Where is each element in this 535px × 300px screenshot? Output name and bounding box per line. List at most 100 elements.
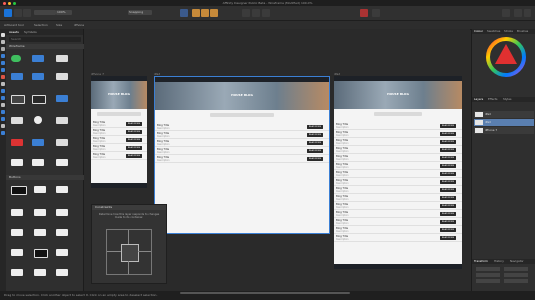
transform-width-field[interactable]: [504, 267, 528, 271]
layer-item[interactable]: iPhone 7: [474, 127, 534, 134]
layer-item[interactable]: iPad: [474, 111, 534, 118]
read-more-button[interactable]: READ MORE: [440, 187, 456, 192]
read-more-button[interactable]: READ MORE: [440, 195, 456, 200]
assistant-icon[interactable]: [502, 9, 510, 17]
read-more-button[interactable]: READ MORE: [307, 140, 323, 145]
bubble-asset[interactable]: [11, 73, 23, 80]
read-more-button[interactable]: READ MORE: [307, 124, 323, 129]
read-more-button[interactable]: READ MORE: [126, 153, 142, 158]
list-item[interactable]: Blog Title Description READ MORE: [334, 202, 462, 210]
button-asset[interactable]: [56, 249, 68, 256]
read-more-button[interactable]: READ MORE: [307, 156, 323, 161]
document-menu-field[interactable]: [34, 10, 56, 15]
tab-brushes[interactable]: Brushes: [517, 29, 528, 34]
bubble-asset[interactable]: [56, 73, 68, 80]
pixel-persona-icon[interactable]: [23, 9, 31, 17]
tab-colour[interactable]: Colour: [474, 29, 483, 34]
constraint-right-pin[interactable]: [138, 251, 151, 252]
ellipse-tool-icon[interactable]: [1, 96, 5, 100]
list-item[interactable]: Blog Title Description READ MORE: [155, 155, 329, 163]
fill-tool-icon[interactable]: [1, 75, 5, 79]
context-option-iphone[interactable]: iPhone: [74, 22, 84, 28]
zoom-tool-icon[interactable]: [1, 124, 5, 128]
constraints-container-box[interactable]: [106, 229, 152, 275]
list-item[interactable]: Blog Title Description READ MORE: [91, 120, 147, 128]
input-asset[interactable]: [11, 95, 25, 104]
tab-symbols[interactable]: Symbols: [24, 29, 37, 35]
alert-asset[interactable]: [11, 139, 23, 146]
flip-icon[interactable]: [262, 9, 270, 17]
context-option-size[interactable]: Size: [56, 22, 62, 28]
read-more-button[interactable]: READ MORE: [440, 211, 456, 216]
read-more-button[interactable]: READ MORE: [440, 155, 456, 160]
read-more-button[interactable]: READ MORE: [440, 219, 456, 224]
tooltip-asset[interactable]: [56, 55, 68, 62]
section-wireframe-header[interactable]: Wireframe: [6, 44, 86, 49]
transform-height-field[interactable]: [504, 273, 528, 277]
read-more-button[interactable]: READ MORE: [440, 235, 456, 240]
transform-x-field[interactable]: [476, 267, 500, 271]
transparency-tool-icon[interactable]: [1, 82, 5, 86]
list-item[interactable]: Blog Title Description READ MORE: [334, 162, 462, 170]
card-asset[interactable]: [32, 159, 44, 166]
button-asset[interactable]: [11, 229, 23, 236]
designer-persona-icon[interactable]: [14, 9, 22, 17]
input-asset[interactable]: [32, 95, 46, 104]
read-more-button[interactable]: READ MORE: [440, 171, 456, 176]
button-asset[interactable]: [56, 209, 68, 216]
bubble-asset[interactable]: [32, 73, 44, 80]
zoom-field[interactable]: 100%: [56, 10, 72, 15]
artboard-tool-icon[interactable]: [1, 47, 5, 51]
read-more-button[interactable]: READ MORE: [307, 132, 323, 137]
boolean-add-icon[interactable]: [192, 9, 200, 17]
layer-item-selected[interactable]: iPad: [474, 119, 534, 126]
button-asset[interactable]: [56, 186, 68, 193]
tab-swatches[interactable]: Swatches: [487, 29, 500, 34]
tab-stroke[interactable]: Stroke: [504, 29, 513, 34]
read-more-button[interactable]: READ MORE: [440, 227, 456, 232]
text-tool-icon[interactable]: [1, 103, 5, 107]
user-icon[interactable]: [514, 9, 522, 17]
button-asset[interactable]: [11, 209, 23, 216]
blog-search-input[interactable]: [210, 113, 274, 117]
list-item[interactable]: Blog Title Description READ MORE: [334, 130, 462, 138]
alert-asset[interactable]: [56, 139, 68, 146]
constraint-left-pin[interactable]: [107, 251, 121, 252]
list-item[interactable]: Blog Title Description READ MORE: [155, 123, 329, 131]
read-more-button[interactable]: READ MORE: [126, 137, 142, 142]
tab-transform[interactable]: Transform: [474, 259, 488, 264]
distribute-icon[interactable]: [252, 9, 260, 17]
button-asset[interactable]: [11, 269, 23, 276]
read-more-button[interactable]: READ MORE: [440, 203, 456, 208]
list-item[interactable]: Blog Title Description READ MORE: [91, 144, 147, 152]
list-item[interactable]: Blog Title Description READ MORE: [334, 146, 462, 154]
alert-asset[interactable]: [32, 139, 44, 146]
card-asset[interactable]: [11, 117, 23, 124]
list-item[interactable]: Blog Title Description READ MORE: [334, 138, 462, 146]
input-asset[interactable]: [56, 95, 68, 102]
colour-wheel[interactable]: [486, 37, 526, 77]
button-asset[interactable]: [11, 186, 27, 195]
tab-styles[interactable]: Styles: [503, 97, 511, 102]
list-item[interactable]: Blog Title Description READ MORE: [334, 170, 462, 178]
list-item[interactable]: Blog Title Description READ MORE: [155, 131, 329, 139]
button-asset[interactable]: [56, 229, 68, 236]
record-icon[interactable]: [360, 9, 368, 17]
transform-shear-field[interactable]: [504, 279, 528, 283]
boolean-subtract-icon[interactable]: [201, 9, 209, 17]
list-item[interactable]: Blog Title Description READ MORE: [334, 234, 462, 242]
list-item[interactable]: Blog Title Description READ MORE: [91, 152, 147, 160]
artboard-ipad-selected[interactable]: HOUSE BLOG Blog Title Description READ MOR…: [154, 76, 330, 234]
list-item[interactable]: Blog Title Description READ MORE: [155, 139, 329, 147]
circle-asset[interactable]: [34, 116, 42, 124]
help-icon[interactable]: [524, 9, 531, 17]
button-asset[interactable]: [34, 229, 46, 236]
list-item[interactable]: Blog Title Description READ MORE: [334, 178, 462, 186]
card-asset[interactable]: [56, 117, 68, 124]
align-icon[interactable]: [242, 9, 250, 17]
constraints-layer-box[interactable]: [121, 244, 139, 262]
read-more-button[interactable]: READ MORE: [440, 179, 456, 184]
button-asset[interactable]: [34, 269, 46, 276]
list-item[interactable]: Blog Title Description READ MORE: [334, 194, 462, 202]
export-icon[interactable]: [372, 9, 380, 17]
